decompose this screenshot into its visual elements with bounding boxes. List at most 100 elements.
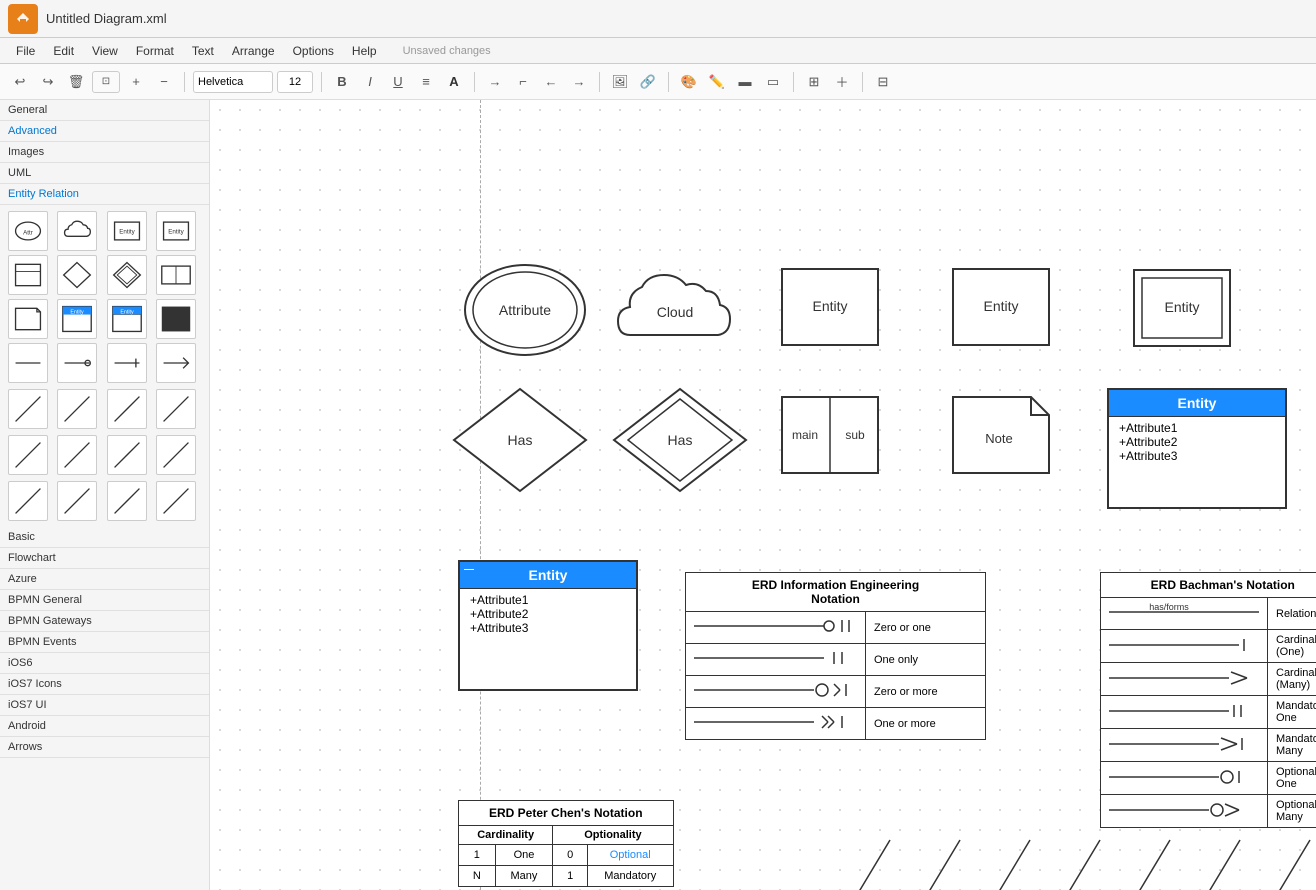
connector-button[interactable]: ⌐ bbox=[511, 70, 535, 94]
link-button[interactable]: 🔗 bbox=[636, 70, 660, 94]
font-color-button[interactable]: A bbox=[442, 70, 466, 94]
svg-text:Entity: Entity bbox=[983, 298, 1018, 314]
menu-edit[interactable]: Edit bbox=[45, 42, 82, 60]
stroke-rect-button[interactable]: ▭ bbox=[761, 70, 785, 94]
shape-diag-line11[interactable] bbox=[107, 481, 147, 521]
shape-attribute-canvas[interactable]: Attribute bbox=[455, 255, 595, 365]
font-name-input[interactable] bbox=[193, 71, 273, 93]
shape-split-canvas[interactable]: main sub bbox=[775, 385, 885, 485]
blue-entity-right[interactable]: Entity +Attribute1 +Attribute2 +Attribut… bbox=[1107, 388, 1287, 509]
shape-diag-line1[interactable] bbox=[8, 389, 48, 429]
shape-cloud-canvas[interactable]: Cloud bbox=[610, 255, 740, 365]
canvas[interactable]: Attribute Cloud Entity bbox=[210, 100, 1316, 890]
sidebar-item-android[interactable]: Android bbox=[0, 716, 209, 737]
line-color-button[interactable]: ✏️ bbox=[705, 70, 729, 94]
sidebar-item-bpmn-events[interactable]: BPMN Events bbox=[0, 632, 209, 653]
chen-row1-opt-num: 0 bbox=[553, 845, 588, 866]
shape-diag-line8[interactable] bbox=[156, 435, 196, 475]
shape-entity-plain[interactable]: Entity bbox=[107, 211, 147, 251]
svg-text:Has: Has bbox=[668, 432, 693, 448]
delete-button[interactable]: 🗑 bbox=[64, 70, 88, 94]
shape-has1-canvas[interactable]: Has bbox=[450, 385, 590, 495]
shape-entity3-canvas[interactable]: Entity bbox=[1127, 253, 1237, 363]
shape-line2[interactable] bbox=[57, 343, 97, 383]
shape-diamond1[interactable] bbox=[57, 255, 97, 295]
zoom-in-button[interactable]: + bbox=[124, 70, 148, 94]
font-size-input[interactable] bbox=[277, 71, 313, 93]
sidebar-item-images[interactable]: Images bbox=[0, 142, 209, 163]
chen-row1-opt-label: Optional bbox=[587, 845, 673, 866]
shape-diamond2[interactable] bbox=[107, 255, 147, 295]
shape-entity-text[interactable]: Entity bbox=[156, 211, 196, 251]
sidebar-item-bpmn-gateways[interactable]: BPMN Gateways bbox=[0, 611, 209, 632]
menu-format[interactable]: Format bbox=[128, 42, 182, 60]
menu-file[interactable]: File bbox=[8, 42, 43, 60]
shape-diag-line12[interactable] bbox=[156, 481, 196, 521]
arrow-right-button[interactable]: → bbox=[483, 70, 507, 94]
fill-color-button[interactable]: 🎨 bbox=[677, 70, 701, 94]
shape-diag-line4[interactable] bbox=[156, 389, 196, 429]
shape-has2-canvas[interactable]: Has bbox=[610, 385, 750, 495]
sidebar-item-advanced[interactable]: Advanced bbox=[0, 121, 209, 142]
shape-diag-line10[interactable] bbox=[57, 481, 97, 521]
shape-line3[interactable] bbox=[107, 343, 147, 383]
sidebar-item-ios7icons[interactable]: iOS7 Icons bbox=[0, 674, 209, 695]
bachman-cardinality-one: Cardinality (One) bbox=[1268, 630, 1316, 663]
menu-text[interactable]: Text bbox=[184, 42, 222, 60]
sidebar-item-ios7ui[interactable]: iOS7 UI bbox=[0, 695, 209, 716]
italic-button[interactable]: I bbox=[358, 70, 382, 94]
shape-diag-line6[interactable] bbox=[57, 435, 97, 475]
fill-rect-button[interactable]: ▬ bbox=[733, 70, 757, 94]
sidebar-item-bpmn-general[interactable]: BPMN General bbox=[0, 590, 209, 611]
shape-line1[interactable] bbox=[8, 343, 48, 383]
fit-button[interactable]: ⊡ bbox=[92, 71, 120, 93]
align-left-button[interactable]: ≡ bbox=[414, 70, 438, 94]
sidebar-item-azure[interactable]: Azure bbox=[0, 569, 209, 590]
arrow-back-button[interactable]: ← bbox=[539, 70, 563, 94]
menu-arrange[interactable]: Arrange bbox=[224, 42, 283, 60]
menu-view[interactable]: View bbox=[84, 42, 126, 60]
shape-entity-table[interactable] bbox=[8, 255, 48, 295]
menu-help[interactable]: Help bbox=[344, 42, 385, 60]
shape-entity2-canvas[interactable]: Entity bbox=[946, 252, 1056, 362]
sidebar-item-uml[interactable]: UML bbox=[0, 163, 209, 184]
guide-line-1 bbox=[480, 100, 481, 890]
shape-note-canvas[interactable]: Note bbox=[946, 385, 1056, 485]
arrow-forward-button[interactable]: → bbox=[567, 70, 591, 94]
panel-button[interactable]: ⊟ bbox=[871, 70, 895, 94]
zoom-out-button[interactable]: − bbox=[152, 70, 176, 94]
sidebar-item-entity-relation[interactable]: Entity Relation bbox=[0, 184, 209, 205]
chen-row1-card-label: One bbox=[495, 845, 553, 866]
sidebar-item-flowchart[interactable]: Flowchart bbox=[0, 548, 209, 569]
shape-diag-line2[interactable] bbox=[57, 389, 97, 429]
bold-button[interactable]: B bbox=[330, 70, 354, 94]
add-button[interactable]: ＋ bbox=[830, 70, 854, 94]
image-button[interactable]: 🖼 bbox=[608, 70, 632, 94]
menu-options[interactable]: Options bbox=[285, 42, 342, 60]
shape-cloud[interactable] bbox=[57, 211, 97, 251]
sidebar-item-basic[interactable]: Basic bbox=[0, 527, 209, 548]
shape-blue-entity[interactable]: Entity bbox=[57, 299, 97, 339]
shape-blue-entity2[interactable]: Entity bbox=[107, 299, 147, 339]
blue-entity-left[interactable]: — Entity +Attribute1 +Attribute2 +Attrib… bbox=[458, 560, 638, 691]
shape-diag-line3[interactable] bbox=[107, 389, 147, 429]
shape-diag-line5[interactable] bbox=[8, 435, 48, 475]
shape-line4[interactable] bbox=[156, 343, 196, 383]
underline-button[interactable]: U bbox=[386, 70, 410, 94]
shape-entity1-canvas[interactable]: Entity bbox=[775, 252, 885, 362]
line-shapes-1 bbox=[0, 389, 209, 435]
sidebar-item-general[interactable]: General bbox=[0, 100, 209, 121]
sidebar-item-arrows[interactable]: Arrows bbox=[0, 737, 209, 758]
sidebar-item-ios6[interactable]: iOS6 bbox=[0, 653, 209, 674]
redo-button[interactable]: ↪ bbox=[36, 70, 60, 94]
undo-button[interactable]: ↩ bbox=[8, 70, 32, 94]
shape-note[interactable] bbox=[8, 299, 48, 339]
shape-attribute[interactable]: Attr bbox=[8, 211, 48, 251]
entity-relation-shapes: Attr Entity Entity bbox=[0, 205, 209, 389]
grid-button[interactable]: ⊞ bbox=[802, 70, 826, 94]
bachman-mandatory-many: Mandatory, Many bbox=[1268, 729, 1316, 762]
shape-split-entity[interactable] bbox=[156, 255, 196, 295]
shape-dark-entity[interactable] bbox=[156, 299, 196, 339]
shape-diag-line9[interactable] bbox=[8, 481, 48, 521]
shape-diag-line7[interactable] bbox=[107, 435, 147, 475]
